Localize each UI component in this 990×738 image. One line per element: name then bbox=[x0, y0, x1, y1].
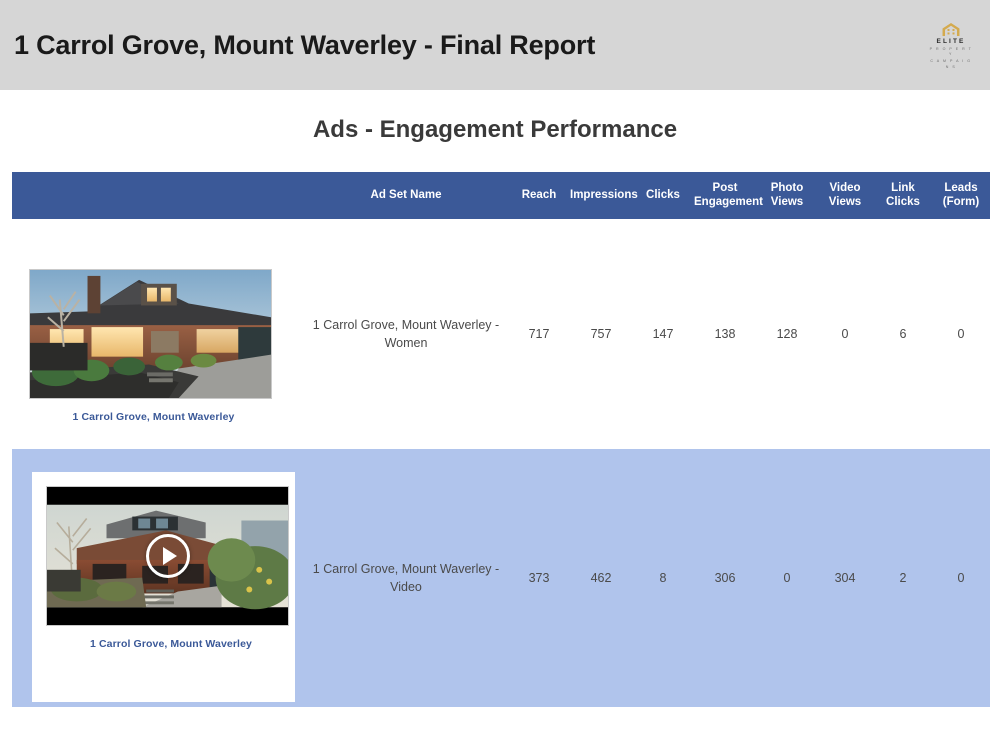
column-header-photo-views[interactable]: Photo Views bbox=[758, 172, 816, 219]
table-header-row: Ad Set Name Reach Impressions Clicks Pos… bbox=[12, 172, 990, 219]
cell-post-engagement: 138 bbox=[692, 219, 758, 449]
engagement-table-container: Ad Set Name Reach Impressions Clicks Pos… bbox=[0, 172, 990, 707]
report-header-bar: 1 Carrol Grove, Mount Waverley - Final R… bbox=[0, 0, 990, 90]
house-logo-icon bbox=[931, 22, 971, 37]
logo-wordmark: ELITE bbox=[937, 39, 966, 46]
cell-ad-set-name: 1 Carrol Grove, Mount Waverley - Women bbox=[302, 219, 510, 449]
logo-tagline-line1: P R O P E R T Y bbox=[928, 47, 974, 58]
column-header-clicks[interactable]: Clicks bbox=[634, 172, 692, 219]
cell-video-views: 0 bbox=[816, 219, 874, 449]
cell-reach: 373 bbox=[510, 449, 568, 707]
table-row[interactable]: 1 Carrol Grove, Mount Waverley 1 Carrol … bbox=[12, 449, 990, 707]
play-triangle-icon bbox=[163, 547, 177, 565]
cell-link-clicks: 6 bbox=[874, 219, 932, 449]
logo-tagline-line2: C A M P A I G N S bbox=[928, 59, 974, 70]
brand-logo: ELITE P R O P E R T Y C A M P A I G N S bbox=[928, 22, 974, 70]
column-header-post-engagement[interactable]: Post Engagement bbox=[692, 172, 758, 219]
property-photo-thumbnail[interactable] bbox=[29, 269, 272, 399]
column-header-thumbnail[interactable] bbox=[12, 172, 302, 219]
cell-ad-set-name: 1 Carrol Grove, Mount Waverley - Video bbox=[302, 449, 510, 707]
row-media-cell: 1 Carrol Grove, Mount Waverley bbox=[12, 449, 302, 707]
house-photo-illustration bbox=[30, 270, 271, 398]
cell-leads-form: 0 bbox=[932, 219, 990, 449]
column-header-ad-set-name[interactable]: Ad Set Name bbox=[302, 172, 510, 219]
section-heading: Ads - Engagement Performance bbox=[0, 116, 990, 144]
cell-clicks: 8 bbox=[634, 449, 692, 707]
cell-photo-views: 128 bbox=[758, 219, 816, 449]
media-card: 1 Carrol Grove, Mount Waverley bbox=[29, 269, 277, 423]
column-header-video-views[interactable]: Video Views bbox=[816, 172, 874, 219]
table-row[interactable]: 1 Carrol Grove, Mount Waverley 1 Carrol … bbox=[12, 219, 990, 449]
table-body: 1 Carrol Grove, Mount Waverley 1 Carrol … bbox=[12, 219, 990, 707]
cell-leads-form: 0 bbox=[932, 449, 990, 707]
play-button-icon[interactable] bbox=[146, 534, 190, 578]
table-header: Ad Set Name Reach Impressions Clicks Pos… bbox=[12, 172, 990, 219]
column-header-link-clicks[interactable]: Link Clicks bbox=[874, 172, 932, 219]
cell-photo-views: 0 bbox=[758, 449, 816, 707]
cell-link-clicks: 2 bbox=[874, 449, 932, 707]
column-header-leads-form[interactable]: Leads (Form) bbox=[932, 172, 990, 219]
column-header-impressions[interactable]: Impressions bbox=[568, 172, 634, 219]
row-media-cell: 1 Carrol Grove, Mount Waverley bbox=[12, 219, 302, 449]
cell-reach: 717 bbox=[510, 219, 568, 449]
media-caption: 1 Carrol Grove, Mount Waverley bbox=[47, 638, 295, 650]
page-title: 1 Carrol Grove, Mount Waverley - Final R… bbox=[14, 30, 595, 61]
engagement-performance-table: Ad Set Name Reach Impressions Clicks Pos… bbox=[12, 172, 990, 707]
cell-impressions: 757 bbox=[568, 219, 634, 449]
cell-post-engagement: 306 bbox=[692, 449, 758, 707]
property-video-thumbnail[interactable] bbox=[46, 486, 289, 626]
cell-impressions: 462 bbox=[568, 449, 634, 707]
cell-video-views: 304 bbox=[816, 449, 874, 707]
media-card: 1 Carrol Grove, Mount Waverley bbox=[32, 472, 295, 702]
column-header-reach[interactable]: Reach bbox=[510, 172, 568, 219]
media-caption: 1 Carrol Grove, Mount Waverley bbox=[30, 411, 277, 423]
cell-clicks: 147 bbox=[634, 219, 692, 449]
